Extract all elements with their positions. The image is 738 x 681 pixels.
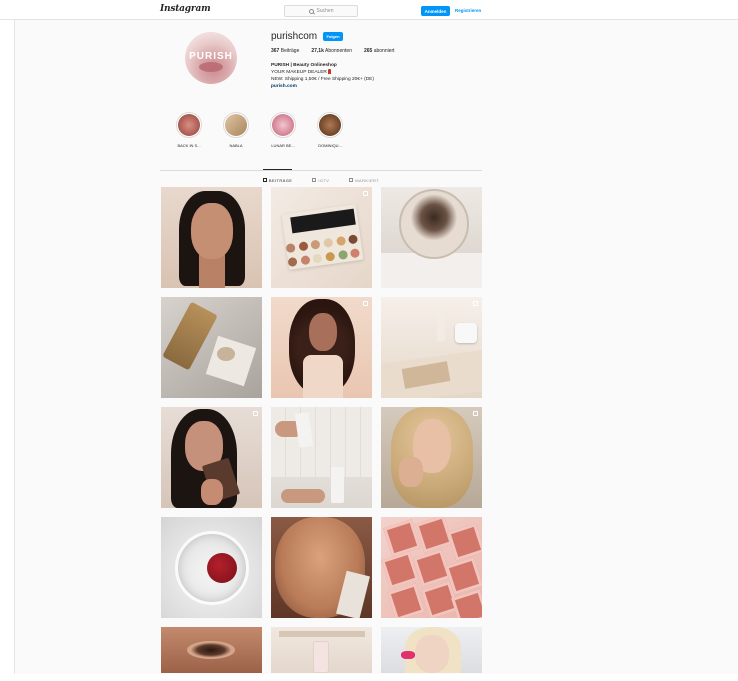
post-thumbnail[interactable] (381, 187, 482, 288)
post-thumbnail[interactable] (381, 297, 482, 398)
post-thumbnail[interactable] (271, 297, 372, 398)
highlight-ring (176, 112, 202, 138)
post-thumbnail[interactable] (381, 407, 482, 508)
login-button[interactable]: Anmelden (421, 6, 450, 16)
bio-line-2: NEW: Shipping 1,50€ / Free Shipping 20€+… (271, 77, 374, 82)
avatar-brand-text: PURISH (189, 51, 233, 62)
search-placeholder: Suchen (316, 8, 334, 14)
eyeshadow-pan (298, 241, 309, 252)
highlight-ring (317, 112, 343, 138)
eyeshadow-pan (285, 243, 296, 254)
eyeshadow-pan (312, 253, 323, 264)
post-thumbnail[interactable] (271, 517, 372, 618)
story-highlights: BACK IN S... NABLA LUNAR BE... DOMINIQU.… (176, 112, 343, 148)
video-icon (473, 411, 478, 416)
profile-avatar[interactable]: PURISH (185, 32, 237, 84)
profile-bio: PURISH | Beauty Onlineshop YOUR MAKEUP D… (271, 62, 374, 90)
grid-icon (262, 178, 267, 182)
stat-followers[interactable]: 27,1k Abonnenten (311, 48, 352, 54)
eyeshadow-pan (325, 251, 336, 262)
post-thumbnail[interactable] (271, 407, 372, 508)
highlight-nabla[interactable]: NABLA (223, 112, 249, 148)
tag-icon (349, 178, 354, 182)
search-icon (308, 8, 314, 14)
eyeshadow-pan (287, 256, 298, 268)
bio-name: PURISH | Beauty Onlineshop (271, 63, 337, 68)
post-thumbnail[interactable] (161, 187, 262, 288)
lipstick-emoji-icon (328, 69, 332, 74)
eyeshadow-pan (337, 249, 348, 261)
carousel-icon (363, 301, 368, 306)
highlight-lunar-beauty[interactable]: LUNAR BE... (270, 112, 296, 148)
tab-tagged[interactable]: MARKIERT (349, 170, 379, 184)
highlighter-pan (387, 583, 425, 618)
instagram-logo[interactable]: Instagram (160, 4, 211, 14)
eyeshadow-pan (310, 239, 321, 250)
profile-username: purishcom (271, 31, 318, 42)
post-thumbnail[interactable] (271, 187, 372, 288)
eyeshadow-pan (350, 248, 361, 259)
eyeshadow-pan (300, 255, 311, 266)
highlight-ring (270, 112, 296, 138)
highlight-ring (223, 112, 249, 138)
eyeshadow-pan (323, 237, 334, 248)
highlight-dominique[interactable]: DOMINIQU... (317, 112, 343, 148)
tab-igtv[interactable]: IGTV (312, 170, 329, 184)
carousel-icon (363, 191, 368, 196)
post-thumbnail[interactable] (271, 627, 372, 673)
post-thumbnail[interactable] (381, 517, 482, 618)
stat-following[interactable]: 265 abonniert (364, 48, 395, 54)
eyeshadow-pan (335, 235, 346, 247)
profile-stats: 367 Beiträge 27,1k Abonnenten 265 abonni… (271, 48, 395, 54)
post-thumbnail[interactable] (161, 297, 262, 398)
post-thumbnail[interactable] (161, 407, 262, 508)
avatar-lips-image (199, 62, 223, 72)
bio-website-link[interactable]: purish.com (271, 83, 374, 90)
top-navigation-bar: Instagram Suchen Anmelden Registrieren (0, 0, 738, 20)
post-thumbnail[interactable] (381, 627, 482, 673)
profile-tabs: BEITRÄGE IGTV MARKIERT (160, 169, 482, 184)
post-thumbnail[interactable] (161, 627, 262, 673)
carousel-icon (473, 301, 478, 306)
search-input[interactable]: Suchen (284, 5, 358, 17)
tab-posts[interactable]: BEITRÄGE (262, 169, 293, 184)
stat-posts: 367 Beiträge (271, 48, 300, 54)
follow-button[interactable]: Folgen (323, 32, 343, 41)
bio-line-1: YOUR MAKEUP DEALER (271, 69, 374, 76)
posts-grid (161, 187, 483, 673)
post-thumbnail[interactable] (161, 517, 262, 618)
carousel-icon (253, 411, 258, 416)
highlighter-pan (447, 523, 482, 561)
register-link[interactable]: Registrieren (455, 8, 481, 13)
highlight-back-in-stock[interactable]: BACK IN S... (176, 112, 202, 148)
eyeshadow-pan (348, 234, 359, 245)
tv-icon (312, 178, 317, 182)
